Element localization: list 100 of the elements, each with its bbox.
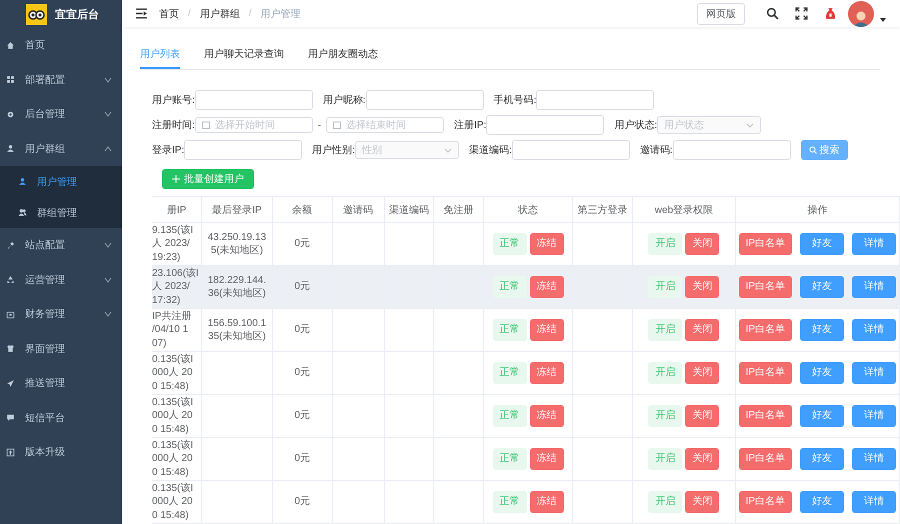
fullscreen-icon[interactable]	[795, 7, 808, 20]
whitelist-button[interactable]: IP白名单	[738, 276, 792, 298]
enable-button[interactable]: 开启	[648, 491, 682, 513]
sidebar-item[interactable]: 后台管理	[0, 97, 122, 132]
freeze-button[interactable]: 冻结	[530, 362, 564, 384]
details-button[interactable]: 详情	[852, 276, 896, 298]
input-field[interactable]	[512, 140, 630, 160]
friends-button[interactable]: 好友	[800, 362, 844, 384]
breadcrumb-link[interactable]: 用户群组	[200, 6, 240, 20]
friends-button[interactable]: 好友	[800, 405, 844, 427]
close-button[interactable]: 关闭	[685, 276, 720, 298]
sidebar-item[interactable]: 界面管理	[0, 332, 122, 366]
table-row[interactable]: 0.135(该I 000人 20 0 15:48) 0元 正常 冻结 开启 关闭 IP白名单 好友 详情	[152, 352, 900, 394]
enable-button[interactable]: 开启	[648, 405, 682, 427]
enable-button[interactable]: 开启	[648, 319, 682, 341]
close-button[interactable]: 关闭	[685, 448, 720, 470]
submenu-item[interactable]: 用户管理	[0, 166, 122, 197]
select-field[interactable]: 用户状态	[657, 116, 762, 134]
normal-button[interactable]: 正常	[492, 362, 527, 384]
menu-icon[interactable]	[135, 7, 148, 20]
normal-button[interactable]: 正常	[492, 233, 527, 255]
details-button[interactable]: 详情	[852, 319, 896, 341]
web-version-button[interactable]: 网页版	[697, 2, 745, 24]
details-button[interactable]: 详情	[852, 405, 896, 427]
freeze-button[interactable]: 冻结	[530, 233, 564, 255]
date-field[interactable]: 选择开始时间	[194, 117, 313, 133]
sidebar-item[interactable]: 版本升级	[0, 435, 122, 470]
caret-icon[interactable]	[880, 17, 886, 23]
normal-button[interactable]: 正常	[492, 491, 527, 513]
whitelist-button[interactable]: IP白名单	[738, 491, 792, 513]
input-field[interactable]	[486, 115, 604, 135]
friends-button[interactable]: 好友	[800, 491, 844, 513]
details-button[interactable]: 详情	[852, 448, 896, 470]
details-button[interactable]: 详情	[852, 233, 896, 255]
friends-button[interactable]: 好友	[800, 276, 844, 298]
sidebar-item[interactable]: 短信平台	[0, 400, 122, 435]
freeze-button[interactable]: 冻结	[530, 276, 564, 298]
field-label: 用户性别:	[312, 144, 356, 157]
enable-button[interactable]: 开启	[648, 233, 682, 255]
chevron-icon	[104, 310, 112, 318]
tab[interactable]: 用户聊天记录查询	[204, 43, 284, 69]
freeze-button[interactable]: 冻结	[530, 319, 564, 341]
enable-button[interactable]: 开启	[648, 276, 682, 298]
submenu-item[interactable]: 群组管理	[0, 197, 122, 228]
sidebar-item[interactable]: 站点配置	[0, 228, 122, 262]
whitelist-button[interactable]: IP白名单	[738, 319, 792, 341]
search-button[interactable]: 搜索	[800, 140, 848, 160]
sidebar-item[interactable]: 运营管理	[0, 262, 122, 297]
enable-button[interactable]: 开启	[648, 448, 682, 470]
freeze-button[interactable]: 冻结	[530, 491, 564, 513]
close-button[interactable]: 关闭	[685, 319, 720, 341]
friends-button[interactable]: 好友	[800, 233, 844, 255]
input-field[interactable]	[194, 90, 313, 110]
settings-icon	[6, 110, 15, 119]
sidebar-item[interactable]: 用户群组	[0, 132, 122, 166]
table-cell: 23.106(该I 人 2023/ 17:32)	[152, 266, 199, 308]
table-row[interactable]: 0.135(该I 000人 20 0 15:48) 0元 正常 冻结 开启 关闭 IP白名单 好友 详情	[152, 480, 900, 524]
enable-button[interactable]: 开启	[648, 362, 682, 384]
close-button[interactable]: 关闭	[685, 362, 720, 384]
sidebar-item[interactable]: 部署配置	[0, 62, 122, 97]
freeze-button[interactable]: 冻结	[530, 405, 564, 427]
whitelist-button[interactable]: IP白名单	[738, 448, 792, 470]
date-field[interactable]: 选择结束时间	[326, 117, 444, 133]
batch-create-button[interactable]: 批量创建用户	[162, 169, 254, 189]
sidebar-item[interactable]: 首页	[0, 28, 122, 62]
whitelist-button[interactable]: IP白名单	[738, 233, 792, 255]
input-field[interactable]	[366, 90, 484, 110]
table-row[interactable]: IP共注册 /04/10 1 07) 156.59.100.135(未知地区) 0元 正常 冻结 开启 关闭 IP白名单 好友 详情	[152, 308, 900, 352]
friends-button[interactable]: 好友	[800, 448, 844, 470]
freeze-button[interactable]: 冻结	[530, 448, 564, 470]
normal-button[interactable]: 正常	[492, 319, 527, 341]
close-button[interactable]: 关闭	[685, 233, 720, 255]
normal-button[interactable]: 正常	[492, 405, 527, 427]
details-button[interactable]: 详情	[852, 362, 896, 384]
column-header: 第三方登录	[578, 204, 628, 216]
money-bag-icon[interactable]	[824, 7, 837, 20]
tab[interactable]: 用户朋友圈动态	[308, 43, 378, 69]
search-icon[interactable]	[766, 7, 779, 20]
table-row[interactable]: 0.135(该I 000人 20 0 15:48) 0元 正常 冻结 开启 关闭 IP白名单 好友 详情	[152, 438, 900, 480]
normal-button[interactable]: 正常	[492, 276, 527, 298]
whitelist-button[interactable]: IP白名单	[738, 405, 792, 427]
sidebar-item[interactable]: 财务管理	[0, 297, 122, 332]
details-button[interactable]: 详情	[852, 491, 896, 513]
table-cell: IP共注册 /04/10 1 07)	[152, 310, 192, 350]
close-button[interactable]: 关闭	[685, 405, 720, 427]
table-row[interactable]: 9.135(该I 人 2023/ 19:23) 43.250.19.135(未知地区) 0元 正常 冻结 开启 关闭 IP白名单 好友 详情	[152, 222, 900, 266]
input-field[interactable]	[672, 140, 791, 160]
friends-button[interactable]: 好友	[800, 319, 844, 341]
input-field[interactable]	[536, 90, 654, 110]
normal-button[interactable]: 正常	[492, 448, 527, 470]
breadcrumb-link[interactable]: 首页	[159, 6, 179, 20]
tab[interactable]: 用户列表	[140, 43, 180, 69]
close-button[interactable]: 关闭	[685, 491, 720, 513]
user-avatar[interactable]	[848, 0, 874, 26]
whitelist-button[interactable]: IP白名单	[738, 362, 792, 384]
sidebar-item[interactable]: 推送管理	[0, 366, 122, 400]
breadcrumb-separator: /	[188, 8, 191, 19]
table-row[interactable]: 0.135(该I 000人 20 0 15:48) 0元 正常 冻结 开启 关闭 IP白名单 好友 详情	[152, 394, 900, 438]
select-field[interactable]: 性别	[355, 141, 460, 159]
input-field[interactable]	[184, 140, 302, 160]
